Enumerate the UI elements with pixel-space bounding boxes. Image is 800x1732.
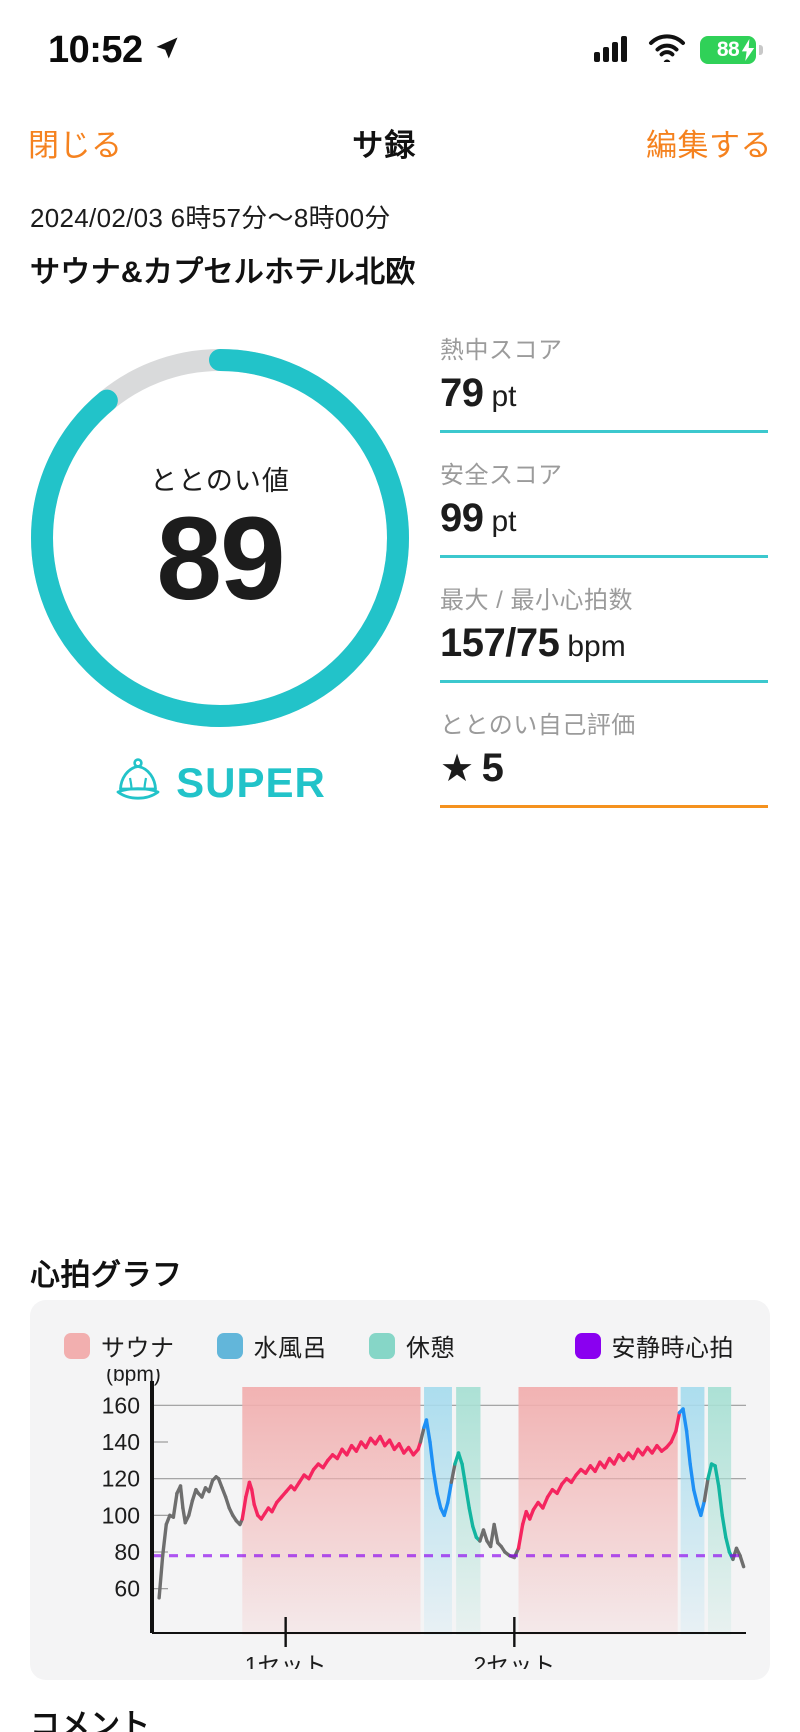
totonoi-gauge: ととのい値 89 (20, 338, 420, 738)
summary-section: ととのい値 89 SUPER 熱中スコア 79 pt 安全スコア 99 pt 最… (0, 320, 800, 809)
chart-plot-area: (bpm) 60 80 100 120 140 160 1セット 2セット (30, 1363, 770, 1678)
legend-label: 水風呂 (253, 1335, 327, 1362)
battery-indicator: 88 (700, 36, 763, 66)
rank-label: SUPER (176, 758, 326, 806)
gauge-label: ととのい値 (150, 465, 290, 496)
svg-text:80: 80 (114, 1539, 140, 1565)
stat-value-row: 79 pt (440, 371, 768, 424)
stats-panel: 熱中スコア 79 pt 安全スコア 99 pt 最大 / 最小心拍数 157/7… (440, 320, 800, 808)
totonoi-gauge-panel: ととのい値 89 SUPER (0, 320, 440, 809)
svg-text:2セット: 2セット (473, 1652, 555, 1669)
edit-button[interactable]: 編集する (646, 120, 772, 165)
svg-text:1セット: 1セット (245, 1652, 327, 1669)
star-icon: ★ (440, 748, 474, 790)
heart-rate-chart-card: サウナ 水風呂 休憩 安静時心拍 (bpm) 60 80 100 120 140 160 1セ… (30, 1300, 770, 1680)
stat-self-rating: ととのい自己評価 ★ 5 (440, 705, 768, 808)
status-bar-right: 88 (594, 33, 763, 67)
rank-badge: SUPER (114, 756, 326, 809)
legend-label: 休憩 (406, 1335, 455, 1362)
svg-text:120: 120 (102, 1466, 140, 1492)
stat-value-row: 157/75 bpm (440, 621, 768, 674)
legend-item-rest: 休憩 (369, 1328, 455, 1363)
stat-label: ととのい自己評価 (440, 712, 636, 739)
svg-text:100: 100 (102, 1502, 140, 1528)
legend-label: サウナ (101, 1335, 175, 1362)
stat-unit: pt (491, 380, 517, 413)
stat-max-min-heart-rate: 最大 / 最小心拍数 157/75 bpm (440, 580, 768, 683)
navigation-bar: 閉じる サ録 編集する (0, 100, 800, 184)
sauna-hat-icon (114, 756, 162, 809)
location-arrow-icon (153, 34, 181, 67)
status-bar: 10:52 88 (0, 0, 800, 100)
legend-swatch (369, 1332, 395, 1359)
status-bar-left: 10:52 (48, 29, 181, 72)
stat-number: 5 (481, 746, 504, 790)
legend-label: 安静時心拍 (611, 1335, 734, 1362)
stat-unit: pt (491, 505, 517, 538)
stat-label: 熱中スコア (440, 337, 563, 364)
cellular-signal-icon (594, 34, 634, 67)
stat-heat-score: 熱中スコア 79 pt (440, 330, 768, 433)
chart-section-title: 心拍グラフ (30, 1259, 183, 1292)
legend-swatch (216, 1332, 243, 1359)
svg-text:160: 160 (102, 1392, 140, 1418)
app-screen: 10:52 88 閉じる サ録 編集する 2024/02/03 6時57分〜8時… (0, 0, 800, 1732)
status-bar-clock: 10:52 (48, 28, 143, 71)
legend-item-sauna: サウナ (64, 1328, 175, 1363)
svg-text:60: 60 (114, 1576, 140, 1602)
wifi-icon (648, 33, 686, 67)
legend-swatch (64, 1332, 90, 1359)
stat-label: 最大 / 最小心拍数 (440, 587, 634, 614)
gauge-value: 89 (156, 492, 285, 625)
stat-unit: bpm (567, 630, 626, 663)
battery-percent-label: 88 (716, 38, 740, 61)
charging-bolt-icon (741, 39, 755, 66)
stat-number: 99 (440, 496, 484, 540)
stat-value-row: ★ 5 (440, 746, 768, 799)
session-venue-name: サウナ&カプセルホテル北欧 (30, 256, 416, 289)
heart-rate-line-chart: (bpm)60801001201401601セット 2セット (102, 1363, 746, 1678)
comments-section-title: コメント (30, 1709, 150, 1732)
stat-number: 79 (440, 371, 484, 415)
gauge-center-content: ととのい値 89 (20, 338, 420, 738)
close-button[interactable]: 閉じる (28, 120, 123, 165)
svg-text:140: 140 (102, 1429, 140, 1455)
page-title: サ録 (352, 127, 417, 163)
stat-value-row: 99 pt (440, 496, 768, 549)
stat-safety-score: 安全スコア 99 pt (440, 455, 768, 558)
session-header: 2024/02/03 6時57分〜8時00分 サウナ&カプセルホテル北欧 (30, 198, 770, 291)
stat-label: 安全スコア (440, 462, 563, 489)
stat-number: 157/75 (440, 621, 560, 665)
legend-item-cold-bath: 水風呂 (216, 1328, 328, 1363)
legend-item-resting-hr: 安静時心拍 (574, 1328, 735, 1363)
session-date-range: 2024/02/03 6時57分〜8時00分 (30, 203, 391, 233)
legend-swatch (574, 1332, 601, 1359)
chart-legend: サウナ 水風呂 休憩 安静時心拍 (30, 1300, 770, 1363)
